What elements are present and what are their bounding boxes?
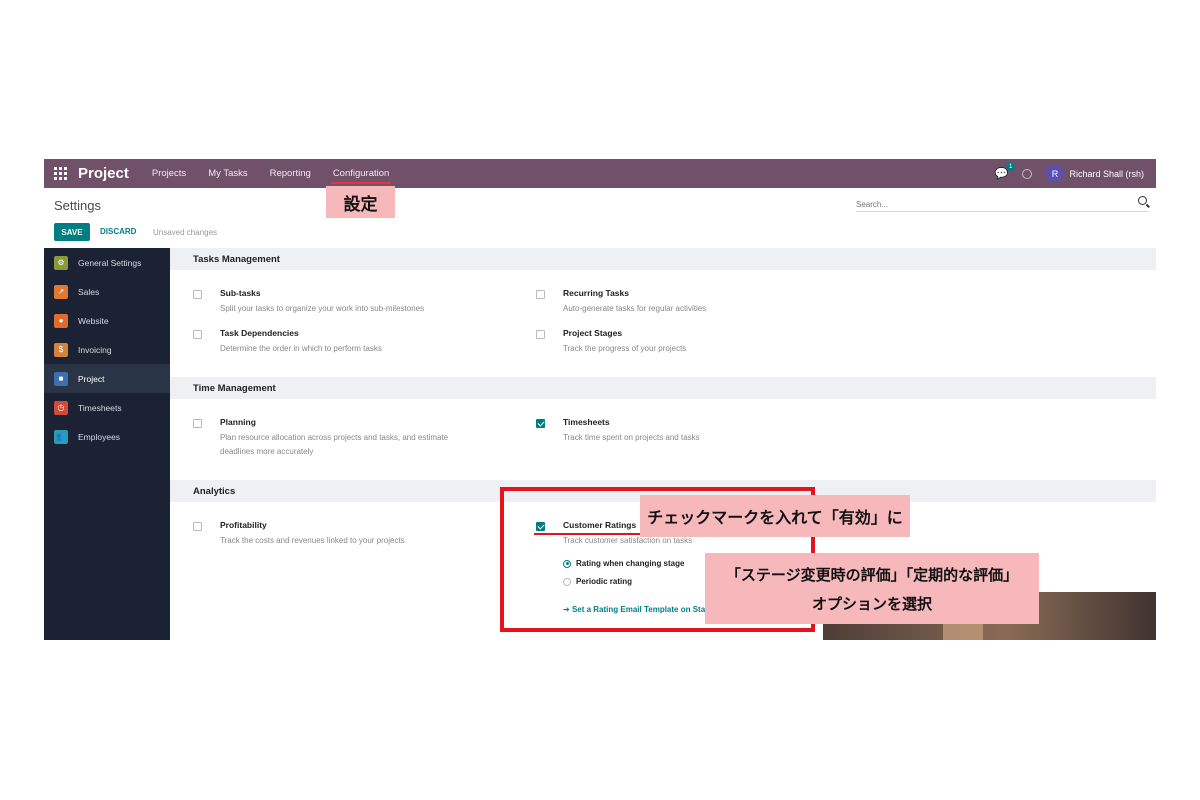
avatar: R (1046, 165, 1064, 182)
sidebar-item-sales[interactable]: ↗ Sales (44, 277, 170, 306)
stopwatch-icon: ◷ (54, 400, 68, 415)
unsaved-status: Unsaved changes (153, 228, 218, 237)
task-dependencies-checkbox[interactable] (193, 330, 202, 339)
highlight-underline (534, 533, 640, 535)
setting-title: Profitability (220, 520, 267, 530)
user-menu[interactable]: R Richard Shall (rsh) (1046, 165, 1144, 182)
project-puzzle-icon: ■ (54, 371, 68, 386)
setting-description: Split your tasks to organize your work i… (220, 304, 425, 313)
employees-icon: 👥 (54, 429, 68, 444)
control-panel: Settings SAVE DISCARD Unsaved changes (44, 188, 1156, 248)
top-navbar: Project Projects My Tasks Reporting Conf… (44, 159, 1156, 188)
sidebar-item-label: Sales (78, 286, 100, 297)
sidebar-item-timesheets[interactable]: ◷ Timesheets (44, 393, 170, 422)
sidebar-item-general-settings[interactable]: ⚙ General Settings (44, 248, 170, 277)
app-name[interactable]: Project (78, 165, 129, 182)
sidebar-item-label: Website (78, 315, 109, 326)
sales-chart-icon: ↗ (54, 284, 68, 299)
save-button[interactable]: SAVE (54, 223, 90, 241)
section-tasks-management: Tasks Management (170, 248, 1156, 270)
annotation-select-option: 「ステージ変更時の評価」「定期的な評価」 オプションを選択 (705, 553, 1039, 624)
search-bar (856, 194, 1149, 212)
sidebar-item-label: Invoicing (78, 344, 112, 355)
sidebar-item-project[interactable]: ■ Project (44, 364, 170, 393)
annotation-option-line2: オプションを選択 (811, 595, 932, 613)
setting-description: Track the costs and revenues linked to y… (220, 536, 405, 545)
activity-clock-icon[interactable] (1022, 168, 1033, 179)
setting-description: Track the progress of your projects (563, 344, 687, 353)
setting-description: Determine the order in which to perform … (220, 344, 382, 353)
search-icon[interactable] (1138, 196, 1147, 205)
sidebar-item-label: General Settings (78, 257, 142, 268)
profitability-checkbox[interactable] (193, 522, 202, 531)
chat-icon[interactable]: 💬 1 (995, 162, 1016, 180)
search-input[interactable] (856, 200, 1126, 209)
project-stages-checkbox[interactable] (536, 330, 545, 339)
sidebar-item-website[interactable]: ● Website (44, 306, 170, 335)
annotation-configuration: 設定 (326, 186, 395, 218)
website-globe-icon: ● (54, 313, 68, 328)
planning-checkbox[interactable] (193, 419, 202, 428)
sidebar-item-label: Employees (78, 431, 121, 442)
discard-button[interactable]: DISCARD (100, 227, 136, 236)
setting-description: Plan resource allocation across projects… (220, 433, 449, 442)
setting-description-line2: deadlines more accurately (220, 447, 314, 456)
user-name: Richard Shall (rsh) (1069, 168, 1144, 179)
setting-title: Sub-tasks (220, 288, 261, 298)
chat-badge: 1 (1005, 162, 1016, 171)
invoice-icon: $ (54, 342, 68, 357)
apps-grid-icon[interactable] (54, 166, 68, 181)
recurring-tasks-checkbox[interactable] (536, 290, 545, 299)
annotation-check-enable: チェックマークを入れて「有効」に (640, 495, 910, 537)
setting-description: Track time spent on projects and tasks (563, 433, 700, 442)
setting-title: Planning (220, 417, 256, 427)
menu-configuration[interactable]: Configuration (330, 168, 391, 184)
setting-title: Recurring Tasks (563, 288, 629, 298)
settings-sidebar: ⚙ General Settings ↗ Sales ● Website $ I… (44, 248, 170, 640)
annotation-option-line1: 「ステージ変更時の評価」「定期的な評価」 (725, 566, 1019, 584)
setting-description: Auto-generate tasks for regular activiti… (563, 304, 707, 313)
sidebar-item-label: Timesheets (78, 402, 122, 413)
timesheets-checkbox[interactable] (536, 419, 545, 428)
menu-my-tasks[interactable]: My Tasks (208, 168, 247, 179)
menu-projects[interactable]: Projects (152, 168, 186, 179)
sidebar-item-label: Project (78, 373, 105, 384)
settings-icon: ⚙ (54, 255, 68, 270)
sub-tasks-checkbox[interactable] (193, 290, 202, 299)
menu-reporting[interactable]: Reporting (270, 168, 311, 179)
sidebar-item-invoicing[interactable]: $ Invoicing (44, 335, 170, 364)
section-time-management: Time Management (170, 377, 1156, 399)
setting-title: Timesheets (563, 417, 610, 427)
setting-title: Task Dependencies (220, 328, 299, 338)
setting-title: Project Stages (563, 328, 623, 338)
page-title: Settings (54, 198, 101, 213)
sidebar-item-employees[interactable]: 👥 Employees (44, 422, 170, 451)
